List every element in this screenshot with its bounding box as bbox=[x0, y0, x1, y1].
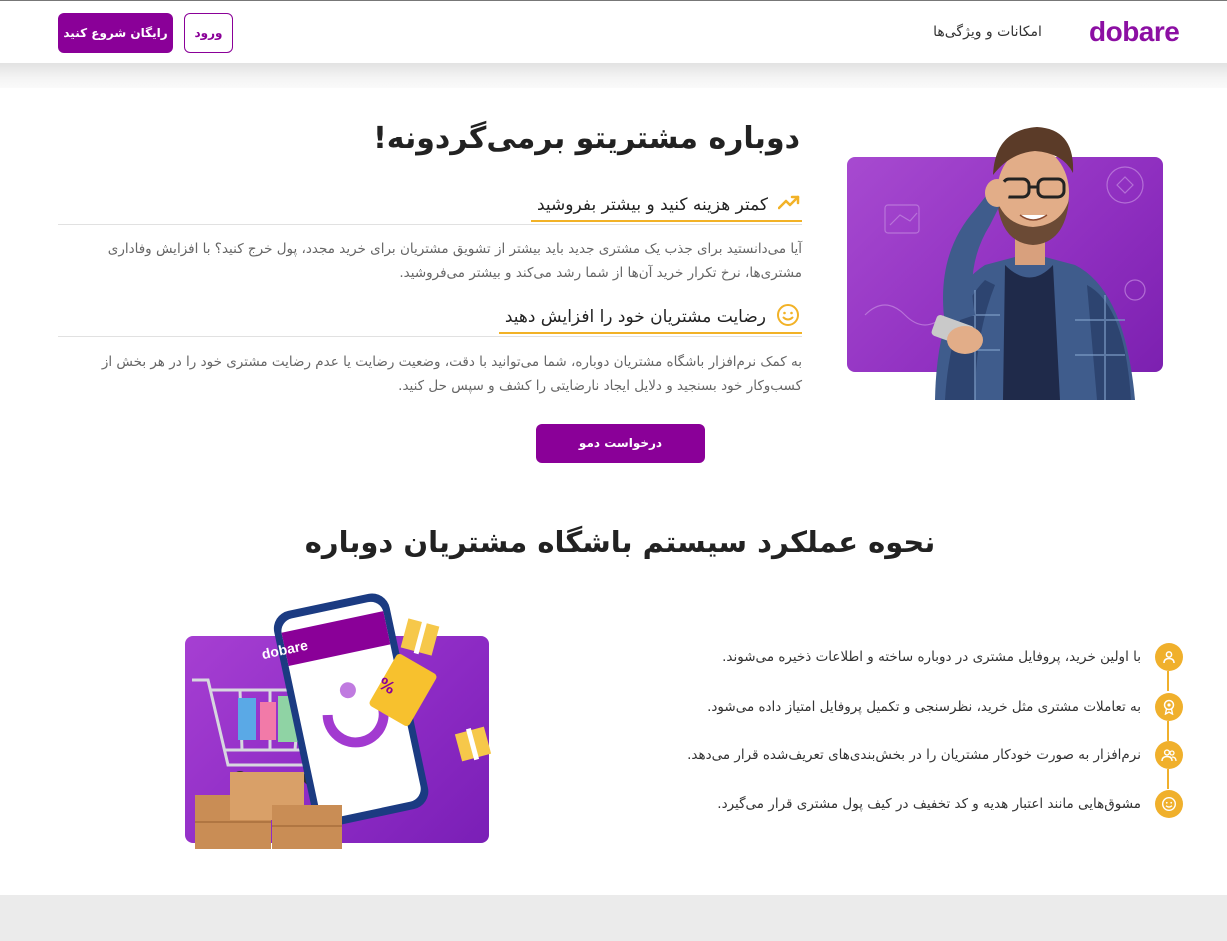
step-connector bbox=[1167, 671, 1169, 691]
divider bbox=[58, 224, 802, 225]
users-icon bbox=[1155, 741, 1183, 769]
step-connector bbox=[1167, 721, 1169, 741]
hero-image bbox=[825, 115, 1185, 400]
step-item: به تعاملات مشتری مثل خرید، نظرسنجی و تکم… bbox=[707, 692, 1183, 722]
step-text: با اولین خرید، پروفایل مشتری در دوباره س… bbox=[722, 649, 1141, 665]
feature-description: آیا می‌دانستید برای جذب یک مشتری جدید با… bbox=[107, 241, 802, 281]
feature-heading-sell-more: کمتر هزینه کنید و بیشتر بفروشید bbox=[530, 192, 802, 222]
step-connector bbox=[1167, 769, 1169, 789]
dobare-logo[interactable]: dobare bbox=[1089, 14, 1185, 50]
step-item: نرم‌افزار به صورت خودکار مشتریان را در ب… bbox=[687, 740, 1183, 770]
feature-heading-label: کمتر هزینه کنید و بیشتر بفروشید bbox=[536, 195, 768, 215]
badge-icon bbox=[1155, 693, 1183, 721]
user-icon bbox=[1155, 643, 1183, 671]
start-free-button[interactable]: رایگان شروع کنید bbox=[58, 13, 173, 53]
request-demo-button[interactable]: درخواست دمو bbox=[536, 424, 705, 463]
feature-heading-satisfaction: رضایت مشتریان خود را افزایش دهید bbox=[498, 303, 802, 334]
step-text: مشوق‌هایی مانند اعتبار هدیه و کد تخفیف د… bbox=[717, 796, 1141, 812]
divider bbox=[58, 336, 802, 337]
step-text: نرم‌افزار به صورت خودکار مشتریان را در ب… bbox=[687, 747, 1141, 763]
nav-features-link[interactable]: امکانات و ویژگی‌ها bbox=[925, 21, 1050, 43]
smile-icon bbox=[776, 303, 800, 331]
header-shadow bbox=[0, 63, 1227, 88]
feature-heading-label: رضایت مشتریان خود را افزایش دهید bbox=[504, 307, 766, 327]
step-item: با اولین خرید، پروفایل مشتری در دوباره س… bbox=[722, 642, 1183, 672]
trending-up-icon bbox=[777, 195, 800, 215]
how-it-works-title: نحوه عملکرد سیستم باشگاه مشتریان دوباره bbox=[304, 525, 936, 559]
step-item: مشوق‌هایی مانند اعتبار هدیه و کد تخفیف د… bbox=[717, 789, 1183, 819]
site-header: dobare امکانات و ویژگی‌ها ورود رایگان شر… bbox=[0, 1, 1227, 63]
feature-description: به کمک نرم‌افزار باشگاه مشتریان دوباره، … bbox=[101, 354, 802, 394]
step-text: به تعاملات مشتری مثل خرید، نظرسنجی و تکم… bbox=[707, 699, 1141, 715]
how-it-works-image: dobare % bbox=[180, 590, 510, 860]
hero-title: دوباره مشتریتو برمی‌گردونه! bbox=[373, 121, 800, 156]
login-button[interactable]: ورود bbox=[184, 13, 233, 53]
footer-band bbox=[0, 895, 1227, 941]
smile-icon bbox=[1155, 790, 1183, 818]
